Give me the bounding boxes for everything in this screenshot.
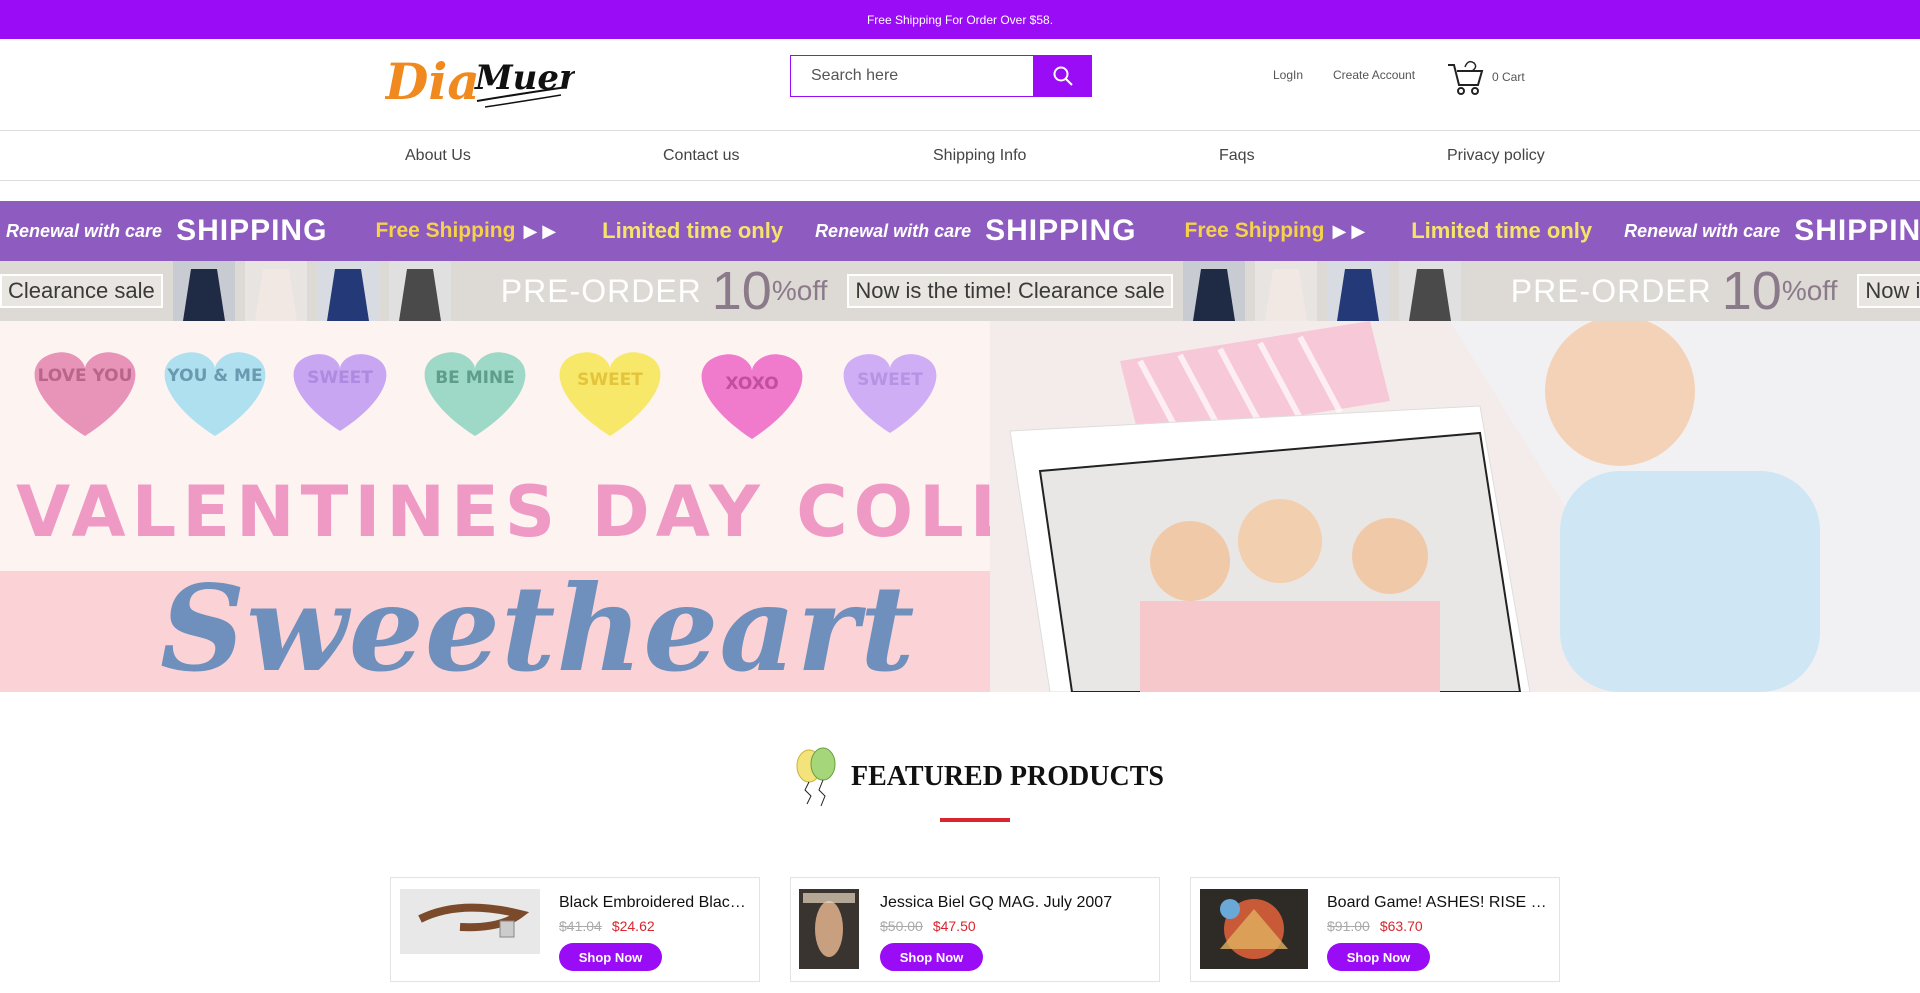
main-nav: About Us Contact us Shipping Info Faqs P… [0,131,1920,181]
candy-hearts: LOVE YOU YOU & ME SWEET BE MINE SWEET XO… [34,352,937,439]
search-bar [790,55,1092,97]
coat-image [316,261,379,321]
heart-text: SWEET [577,370,643,390]
heart-text: YOU & ME [166,366,262,386]
promo-shipping-text: SHIPPING [985,214,1137,247]
nav-about-us[interactable]: About Us [405,147,471,165]
nav-shipping-info[interactable]: Shipping Info [933,147,1026,165]
announcement-text: Free Shipping For Order Over $58. [866,12,1054,27]
hero-photo-collage [990,321,1920,692]
heart-text: XOXO [725,374,778,394]
promo-now-box-partial: Now is the t [1857,274,1920,308]
product-image-board-game [1200,889,1308,969]
heart-text: SWEET [857,370,923,390]
product-card[interactable]: Jessica Biel GQ MAG. July 2007 $50.00 $4… [790,877,1160,982]
coat-image [244,261,307,321]
promo-shipping-text: SHIPPING [176,214,328,247]
heart-shape [424,352,526,436]
promo-free-shipping-text: Free Shipping [375,219,516,242]
featured-title: FEATURED PRODUCTS [851,761,1164,792]
product-image-magazine [799,889,859,969]
heart-shape [701,354,803,439]
promo-percent-off-text: %off [771,275,828,306]
promo-arrows: ▶ ▶ [523,220,557,241]
product-new-price: $24.62 [611,918,655,934]
product-prices: $41.04 $24.62 [559,918,655,934]
product-name[interactable]: Board Game! ASHES! RISE OF THE PHOENIXBO… [1327,894,1549,912]
coat-image [1326,261,1389,321]
promo-pre-order-text: PRE-ORDER [500,272,702,309]
balloon-icon [796,747,836,807]
hero-script-title: Sweetheart [160,559,916,692]
shop-now-button[interactable]: Shop Now [880,943,983,971]
hero-banner-valentines[interactable]: LOVE YOU YOU & ME SWEET BE MINE SWEET XO… [0,321,1920,692]
featured-heading: FEATURED PRODUCTS [793,746,1164,808]
heart-text: LOVE YOU [38,366,133,386]
promo-pre-order-text: PRE-ORDER [1510,272,1712,309]
coat-image [1398,261,1461,321]
promo-shipping-text: SHIPPING [1794,214,1920,247]
promo-renewal-text: Renewal with care [815,220,972,241]
heart-shape [293,354,387,431]
promo-ten-text: 10 [711,261,772,321]
product-old-price: $41.04 [559,918,602,934]
product-prices: $91.00 $63.70 [1327,918,1423,934]
product-name[interactable]: Black Embroidered Black Leather Belt [559,894,749,912]
logo-text-dia: Dia [385,52,480,111]
heart-text: BE MINE [435,368,515,388]
product-image-belt [400,889,540,954]
nav-faqs[interactable]: Faqs [1219,147,1255,165]
nav-contact-us[interactable]: Contact us [663,147,739,165]
coat-image [172,261,235,321]
site-logo[interactable]: Dia Muertos [383,49,634,115]
product-new-price: $63.70 [1379,918,1423,934]
heart-text: SWEET [307,368,373,388]
logo-text-muertos: Muertos [474,58,575,98]
promo-banner-clearance[interactable]: Clearance sale PRE-ORDER 10 %off Now is … [0,261,1920,321]
search-input[interactable] [790,55,1033,97]
site-header: Dia Muertos LogIn Create Account 0 Cart [0,39,1920,131]
product-name[interactable]: Jessica Biel GQ MAG. July 2007 [880,894,1150,912]
promo-ten-text: 10 [1721,261,1782,321]
cart-label: 0 Cart [1492,70,1525,84]
product-new-price: $47.50 [932,918,976,934]
promo-clearance-box: Clearance sale [0,274,163,308]
promo-banner-shipping[interactable]: Renewal with care SHIPPING Free Shipping… [0,201,1920,261]
login-link[interactable]: LogIn [1273,68,1303,82]
announcement-bar: Free Shipping For Order Over $58. [0,0,1920,39]
heart-shape [34,352,136,436]
promo-now-box: Now is the time! Clearance sale [847,274,1173,308]
promo-limited-text: Limited time only [1411,218,1593,243]
featured-underline [940,818,1010,822]
shop-now-button[interactable]: Shop Now [1327,943,1430,971]
coat-image [388,261,451,321]
search-icon [1053,66,1073,86]
coat-image [1254,261,1317,321]
promo-free-shipping-text: Free Shipping [1184,219,1325,242]
heart-shape [559,352,661,436]
product-old-price: $91.00 [1327,918,1370,934]
product-card[interactable]: Board Game! ASHES! RISE OF THE PHOENIXBO… [1190,877,1560,982]
coat-image [1182,261,1245,321]
promo-renewal-text: Renewal with care [1624,220,1781,241]
promo-arrows: ▶ ▶ [1332,220,1366,241]
product-prices: $50.00 $47.50 [880,918,976,934]
shop-now-button[interactable]: Shop Now [559,943,662,971]
heart-shape [164,352,266,436]
cart-icon [1448,60,1484,95]
heart-shape [843,354,937,433]
search-button[interactable] [1033,55,1092,97]
promo-renewal-text: Renewal with care [6,220,163,241]
promo-limited-text: Limited time only [602,218,784,243]
promo-percent-off-text: %off [1781,275,1838,306]
nav-privacy-policy[interactable]: Privacy policy [1447,147,1545,165]
cart-button[interactable]: 0 Cart [1446,57,1525,97]
product-card[interactable]: Black Embroidered Black Leather Belt $41… [390,877,760,982]
product-old-price: $50.00 [880,918,923,934]
create-account-link[interactable]: Create Account [1333,68,1415,82]
